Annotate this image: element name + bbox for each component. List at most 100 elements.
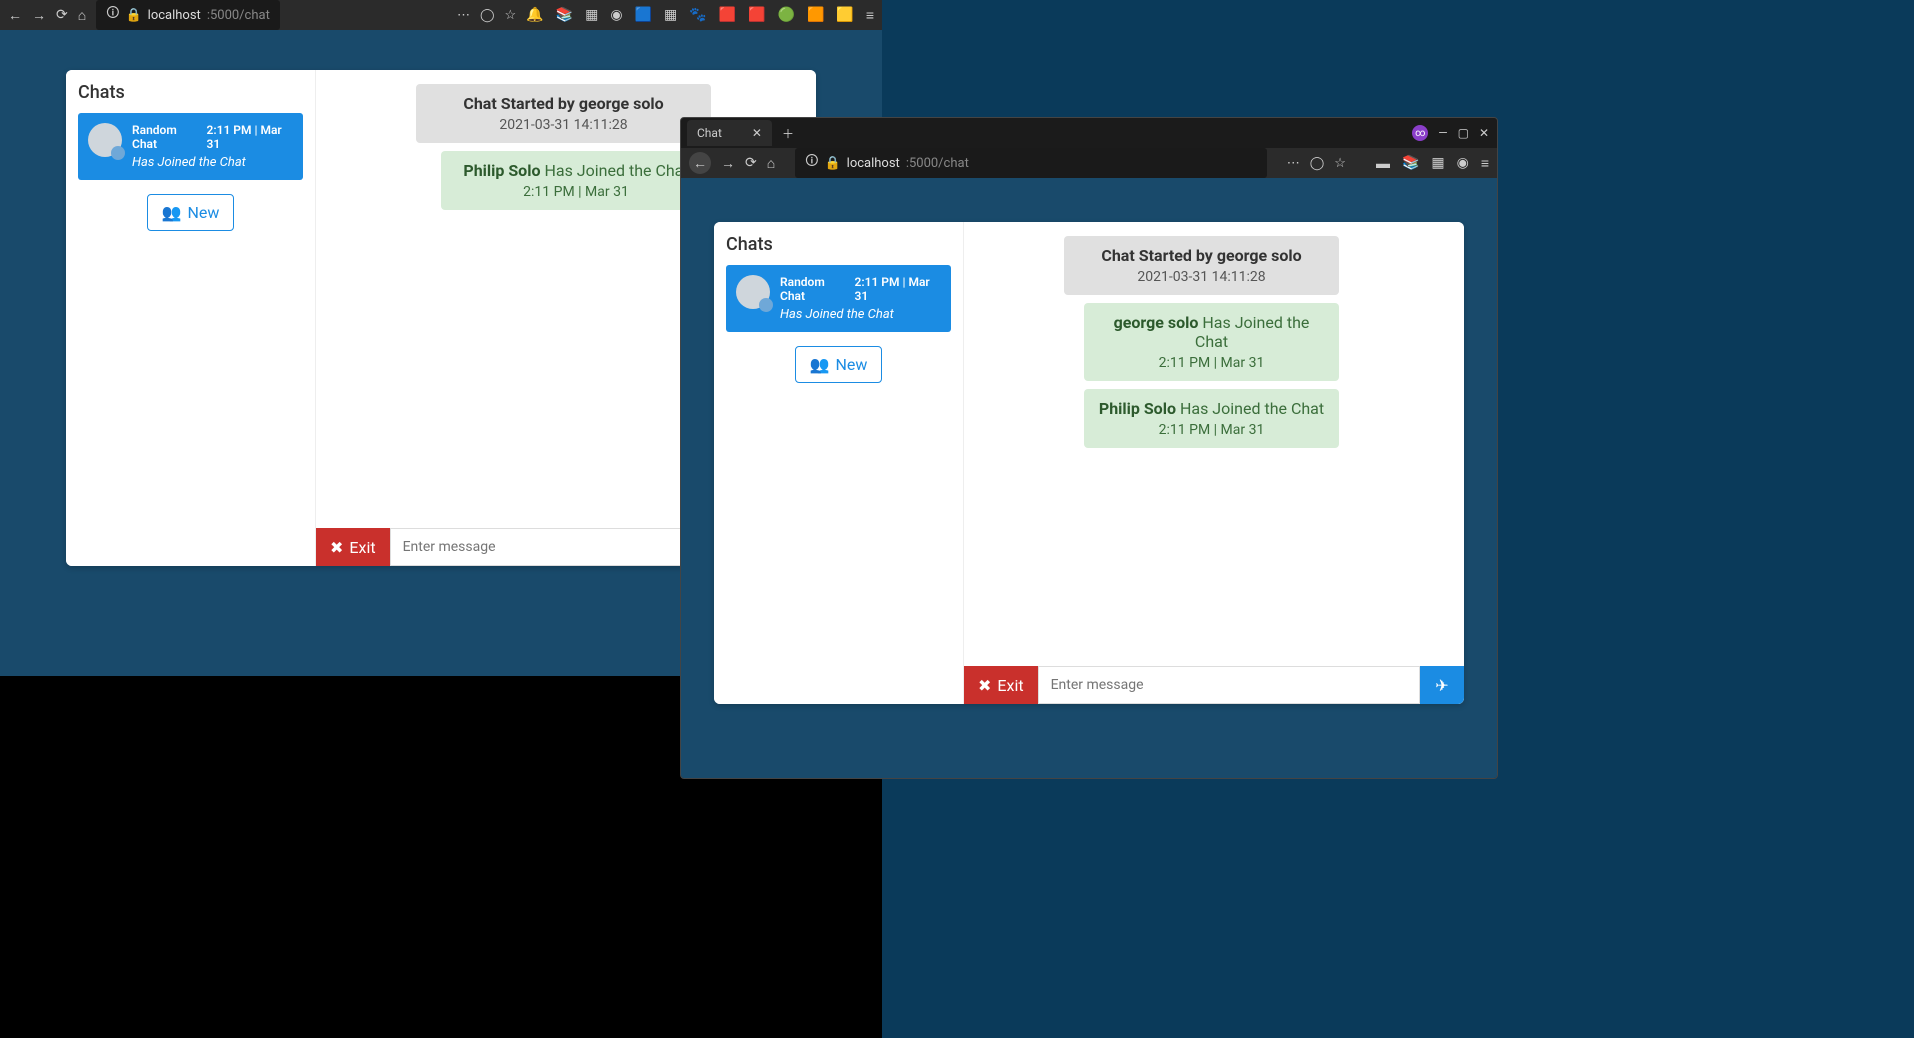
chat-name: Random Chat bbox=[132, 123, 200, 151]
chat-started-title: Chat Started by george solo bbox=[463, 94, 663, 113]
extension-icons: 🔔 📚 ▦ ◉ 🟦 ▦ 🐾 🟥 🟥 🟢 🟧 🟨 ≡ bbox=[526, 7, 874, 24]
browser1-toolbar: ← → ⟳ ⌂ 🛈 🔒 localhost :5000/chat ⋯ ◯ ☆ 🔔 … bbox=[0, 0, 882, 30]
browser-tab[interactable]: Chat ✕ bbox=[687, 120, 772, 146]
ext-icon[interactable]: 🟢 bbox=[778, 7, 795, 24]
more-icon[interactable]: ⋯ bbox=[1287, 156, 1300, 171]
ext-icon[interactable]: ◉ bbox=[1457, 155, 1469, 172]
join-time: 2:11 PM | Mar 31 bbox=[1098, 422, 1325, 438]
join-card: Philip Solo Has Joined the Chat 2:11 PM … bbox=[441, 151, 711, 210]
right-icons: ▬ 📚 ▦ ◉ ≡ bbox=[1376, 155, 1489, 172]
close-window-icon[interactable]: ✕ bbox=[1479, 126, 1489, 140]
private-mode-icon: ∞ bbox=[1412, 125, 1428, 141]
home-icon[interactable]: ⌂ bbox=[78, 7, 86, 24]
ext-icon[interactable]: ▦ bbox=[585, 7, 598, 24]
avatar-icon bbox=[88, 123, 122, 157]
avatar-icon bbox=[736, 275, 770, 309]
ext-icon[interactable]: 🟧 bbox=[807, 7, 824, 24]
chat-started-time: 2021-03-31 14:11:28 bbox=[1078, 269, 1325, 285]
join-text: Has Joined the Chat bbox=[1180, 399, 1324, 418]
chat-sidebar: Chats Random Chat 2:11 PM | Mar 31 Has J… bbox=[66, 70, 316, 566]
chat-started-time: 2021-03-31 14:11:28 bbox=[430, 117, 697, 133]
chat-started-title: Chat Started by george solo bbox=[1101, 246, 1301, 265]
join-name: Philip Solo bbox=[1099, 399, 1176, 418]
close-tab-icon[interactable]: ✕ bbox=[752, 126, 762, 140]
join-time: 2:11 PM | Mar 31 bbox=[1098, 355, 1325, 371]
exit-label: Exit bbox=[997, 676, 1023, 695]
sync-icon[interactable]: ◯ bbox=[480, 8, 495, 23]
forward-icon[interactable]: → bbox=[32, 7, 46, 24]
message-input[interactable] bbox=[1038, 666, 1420, 704]
join-name: Philip Solo bbox=[463, 161, 540, 180]
join-card: Philip Solo Has Joined the Chat 2:11 PM … bbox=[1084, 389, 1339, 448]
join-text: Has Joined the Chat bbox=[1195, 313, 1309, 351]
join-name: george solo bbox=[1114, 313, 1199, 332]
chat-time: 2:11 PM | Mar 31 bbox=[854, 275, 941, 303]
tab-title: Chat bbox=[697, 126, 722, 140]
ext-icon[interactable]: 📚 bbox=[556, 7, 573, 24]
lock-icon: 🔒 bbox=[125, 8, 141, 23]
ext-icon[interactable]: ▦ bbox=[1431, 155, 1444, 172]
chat-preview: Has Joined the Chat bbox=[132, 155, 293, 170]
menu-icon[interactable]: ≡ bbox=[866, 7, 874, 24]
exit-button[interactable]: ✖ Exit bbox=[964, 666, 1038, 704]
close-icon: ✖ bbox=[978, 676, 991, 695]
send-button[interactable]: ✈ bbox=[1420, 666, 1464, 704]
ext-icon[interactable]: ▦ bbox=[664, 7, 677, 24]
chat-list-item[interactable]: Random Chat 2:11 PM | Mar 31 Has Joined … bbox=[726, 265, 951, 332]
join-time: 2:11 PM | Mar 31 bbox=[455, 184, 697, 200]
ext-icon[interactable]: 🟥 bbox=[748, 7, 765, 24]
ext-icon[interactable]: 🟥 bbox=[719, 7, 736, 24]
maximize-icon[interactable]: ▢ bbox=[1458, 126, 1469, 140]
chat-started-card: Chat Started by george solo 2021-03-31 1… bbox=[416, 84, 711, 143]
chat-started-card: Chat Started by george solo 2021-03-31 1… bbox=[1064, 236, 1339, 295]
url-bar[interactable]: 🛈 🔒 localhost :5000/chat bbox=[96, 0, 280, 30]
new-chat-button[interactable]: 👥 New bbox=[147, 194, 235, 231]
back-icon[interactable]: ← bbox=[8, 7, 22, 24]
new-tab-icon[interactable]: ＋ bbox=[782, 125, 794, 142]
ext-icon[interactable]: 🟦 bbox=[635, 7, 652, 24]
chat-preview: Has Joined the Chat bbox=[780, 307, 941, 322]
url-host: localhost bbox=[148, 8, 201, 23]
join-card: george solo Has Joined the Chat 2:11 PM … bbox=[1084, 303, 1339, 381]
chat-sidebar: Chats Random Chat 2:11 PM | Mar 31 Has J… bbox=[714, 222, 964, 704]
ext-icon[interactable]: 🐾 bbox=[689, 7, 706, 24]
join-text: Has Joined the Chat bbox=[544, 161, 688, 180]
sync-icon[interactable]: ◯ bbox=[1310, 156, 1325, 171]
close-icon: ✖ bbox=[330, 538, 343, 557]
star-icon[interactable]: ☆ bbox=[505, 8, 517, 23]
browser1-chrome: ← → ⟳ ⌂ 🛈 🔒 localhost :5000/chat ⋯ ◯ ☆ 🔔 … bbox=[0, 0, 882, 30]
browser2-tabbar: Chat ✕ ＋ ∞ — ▢ ✕ bbox=[681, 118, 1497, 148]
ext-icon[interactable]: 🟨 bbox=[836, 7, 853, 24]
star-icon[interactable]: ☆ bbox=[1334, 156, 1346, 171]
url-bar[interactable]: 🛈 🔒 localhost:5000/chat bbox=[795, 148, 1267, 178]
ext-icon[interactable]: ▬ bbox=[1376, 155, 1390, 172]
sidebar-title: Chats bbox=[78, 82, 303, 103]
ext-icon[interactable]: 📚 bbox=[1402, 155, 1419, 172]
url-path: :5000/chat bbox=[207, 8, 270, 23]
new-chat-label: New bbox=[188, 203, 220, 222]
chat-list-item[interactable]: Random Chat 2:11 PM | Mar 31 Has Joined … bbox=[78, 113, 303, 180]
chat-main: Chat Started by george solo 2021-03-31 1… bbox=[964, 222, 1464, 704]
reload-icon[interactable]: ⟳ bbox=[745, 155, 757, 171]
ext-icon[interactable]: 🔔 bbox=[526, 7, 543, 24]
exit-button[interactable]: ✖ Exit bbox=[316, 528, 390, 566]
users-icon: 👥 bbox=[810, 355, 830, 374]
more-icon[interactable]: ⋯ bbox=[457, 8, 470, 23]
reload-icon[interactable]: ⟳ bbox=[56, 7, 68, 23]
ext-icon[interactable]: ◉ bbox=[610, 7, 622, 24]
forward-icon[interactable]: → bbox=[721, 155, 735, 172]
new-chat-label: New bbox=[836, 355, 868, 374]
chat-input-row: ✖ Exit ✈ bbox=[964, 666, 1464, 704]
home-icon[interactable]: ⌂ bbox=[767, 155, 775, 172]
chat-app-2: Chats Random Chat 2:11 PM | Mar 31 Has J… bbox=[714, 222, 1464, 704]
minimize-icon[interactable]: — bbox=[1438, 126, 1447, 140]
menu-icon[interactable]: ≡ bbox=[1481, 155, 1489, 172]
chat-name: Random Chat bbox=[780, 275, 848, 303]
url-host: localhost bbox=[847, 156, 900, 171]
shield-icon: 🛈 bbox=[805, 152, 818, 174]
exit-label: Exit bbox=[349, 538, 375, 557]
chat-time: 2:11 PM | Mar 31 bbox=[206, 123, 293, 151]
shield-icon: 🛈 bbox=[106, 4, 119, 26]
back-icon[interactable]: ← bbox=[689, 152, 711, 174]
new-chat-button[interactable]: 👥 New bbox=[795, 346, 883, 383]
